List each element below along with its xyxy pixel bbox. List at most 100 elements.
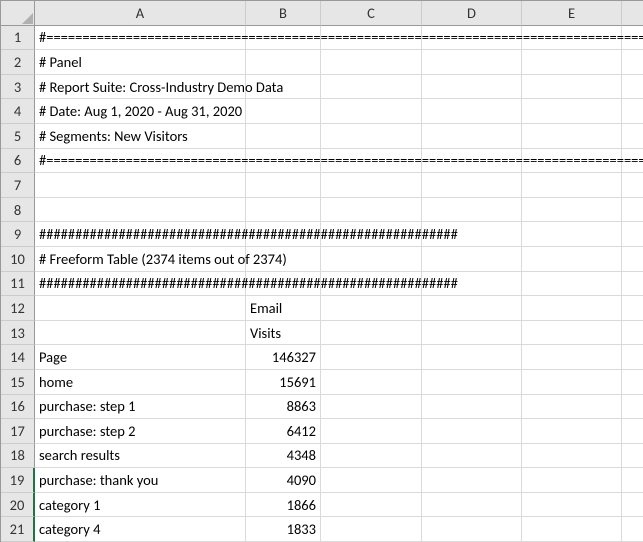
cell-F17[interactable] xyxy=(622,419,643,444)
cell-F10[interactable] xyxy=(622,247,643,272)
cell-D13[interactable] xyxy=(422,321,522,346)
row-header-5[interactable]: 5 xyxy=(1,124,35,149)
cell-F7[interactable] xyxy=(622,173,643,198)
column-header-B[interactable]: B xyxy=(246,1,321,26)
cell-A2[interactable]: # Panel xyxy=(35,50,246,75)
cell-E17[interactable] xyxy=(522,419,622,444)
cell-A18[interactable]: search results xyxy=(35,444,246,469)
cell-B14[interactable]: 146327 xyxy=(246,345,321,370)
cell-F2[interactable] xyxy=(622,50,643,75)
cell-B4[interactable] xyxy=(246,99,321,124)
cell-B16[interactable]: 8863 xyxy=(246,395,321,420)
cell-A12[interactable] xyxy=(35,296,246,321)
row-header-11[interactable]: 11 xyxy=(1,272,35,297)
cell-C8[interactable] xyxy=(321,198,422,223)
cell-C14[interactable] xyxy=(321,345,422,370)
cell-B18[interactable]: 4348 xyxy=(246,444,321,469)
cell-A13[interactable] xyxy=(35,321,246,346)
cell-F3[interactable] xyxy=(622,75,643,100)
cell-D4[interactable] xyxy=(422,99,522,124)
cell-F8[interactable] xyxy=(622,198,643,223)
cell-A5[interactable]: # Segments: New Visitors xyxy=(35,124,246,149)
cell-A6[interactable]: #=======================================… xyxy=(35,149,246,174)
cell-E16[interactable] xyxy=(522,395,622,420)
row-header-7[interactable]: 7 xyxy=(1,173,35,198)
cell-F19[interactable] xyxy=(622,468,643,493)
cell-D10[interactable] xyxy=(422,247,522,272)
cell-A1[interactable]: #=======================================… xyxy=(35,26,246,51)
cell-B19[interactable]: 4090 xyxy=(246,468,321,493)
cell-F12[interactable] xyxy=(622,296,643,321)
cell-A15[interactable]: home xyxy=(35,370,246,395)
cell-B8[interactable] xyxy=(246,198,321,223)
cell-D14[interactable] xyxy=(422,345,522,370)
cell-C12[interactable] xyxy=(321,296,422,321)
cell-D15[interactable] xyxy=(422,370,522,395)
cell-D16[interactable] xyxy=(422,395,522,420)
cell-A4[interactable]: # Date: Aug 1, 2020 - Aug 31, 2020 xyxy=(35,99,246,124)
cell-B13[interactable]: Visits xyxy=(246,321,321,346)
cell-B17[interactable]: 6412 xyxy=(246,419,321,444)
cell-B7[interactable] xyxy=(246,173,321,198)
cell-E15[interactable] xyxy=(522,370,622,395)
cell-A10[interactable]: # Freeform Table (2374 items out of 2374… xyxy=(35,247,246,272)
cell-E2[interactable] xyxy=(522,50,622,75)
cell-E20[interactable] xyxy=(522,493,622,518)
row-header-6[interactable]: 6 xyxy=(1,149,35,174)
cell-D19[interactable] xyxy=(422,468,522,493)
cell-E4[interactable] xyxy=(522,99,622,124)
row-header-18[interactable]: 18 xyxy=(1,444,35,469)
column-header-A[interactable]: A xyxy=(35,1,246,26)
cell-C18[interactable] xyxy=(321,444,422,469)
cell-E9[interactable] xyxy=(522,222,622,247)
cell-D12[interactable] xyxy=(422,296,522,321)
cell-B5[interactable] xyxy=(246,124,321,149)
cell-B2[interactable] xyxy=(246,50,321,75)
cell-B15[interactable]: 15691 xyxy=(246,370,321,395)
cell-D20[interactable] xyxy=(422,493,522,518)
cell-A19[interactable]: purchase: thank you xyxy=(35,468,246,493)
cell-A8[interactable] xyxy=(35,198,246,223)
cell-E5[interactable] xyxy=(522,124,622,149)
row-header-3[interactable]: 3 xyxy=(1,75,35,100)
cell-E13[interactable] xyxy=(522,321,622,346)
cell-D18[interactable] xyxy=(422,444,522,469)
cell-C19[interactable] xyxy=(321,468,422,493)
cell-A17[interactable]: purchase: step 2 xyxy=(35,419,246,444)
column-header-C[interactable]: C xyxy=(321,1,422,26)
cell-D5[interactable] xyxy=(422,124,522,149)
cell-E14[interactable] xyxy=(522,345,622,370)
row-header-1[interactable]: 1 xyxy=(1,26,35,51)
cell-D2[interactable] xyxy=(422,50,522,75)
row-header-15[interactable]: 15 xyxy=(1,370,35,395)
cell-E8[interactable] xyxy=(522,198,622,223)
cell-D7[interactable] xyxy=(422,173,522,198)
cell-C20[interactable] xyxy=(321,493,422,518)
column-header-D[interactable]: D xyxy=(422,1,522,26)
cell-D17[interactable] xyxy=(422,419,522,444)
cell-A7[interactable] xyxy=(35,173,246,198)
row-header-10[interactable]: 10 xyxy=(1,247,35,272)
cell-E19[interactable] xyxy=(522,468,622,493)
cell-C16[interactable] xyxy=(321,395,422,420)
row-header-13[interactable]: 13 xyxy=(1,321,35,346)
cell-C17[interactable] xyxy=(321,419,422,444)
row-header-14[interactable]: 14 xyxy=(1,345,35,370)
cell-F15[interactable] xyxy=(622,370,643,395)
cell-E10[interactable] xyxy=(522,247,622,272)
cell-A3[interactable]: # Report Suite: Cross-Industry Demo Data xyxy=(35,75,246,100)
cell-A16[interactable]: purchase: step 1 xyxy=(35,395,246,420)
select-all-corner[interactable] xyxy=(1,1,35,26)
cell-A9[interactable]: ########################################… xyxy=(35,222,246,247)
cell-F4[interactable] xyxy=(622,99,643,124)
cell-B12[interactable]: Email xyxy=(246,296,321,321)
column-header-E[interactable]: E xyxy=(522,1,622,26)
cell-F18[interactable] xyxy=(622,444,643,469)
row-header-4[interactable]: 4 xyxy=(1,99,35,124)
column-header-F[interactable]: F xyxy=(622,1,643,26)
cell-E18[interactable] xyxy=(522,444,622,469)
cell-C5[interactable] xyxy=(321,124,422,149)
cell-F20[interactable] xyxy=(622,493,643,518)
cell-C4[interactable] xyxy=(321,99,422,124)
cell-C7[interactable] xyxy=(321,173,422,198)
